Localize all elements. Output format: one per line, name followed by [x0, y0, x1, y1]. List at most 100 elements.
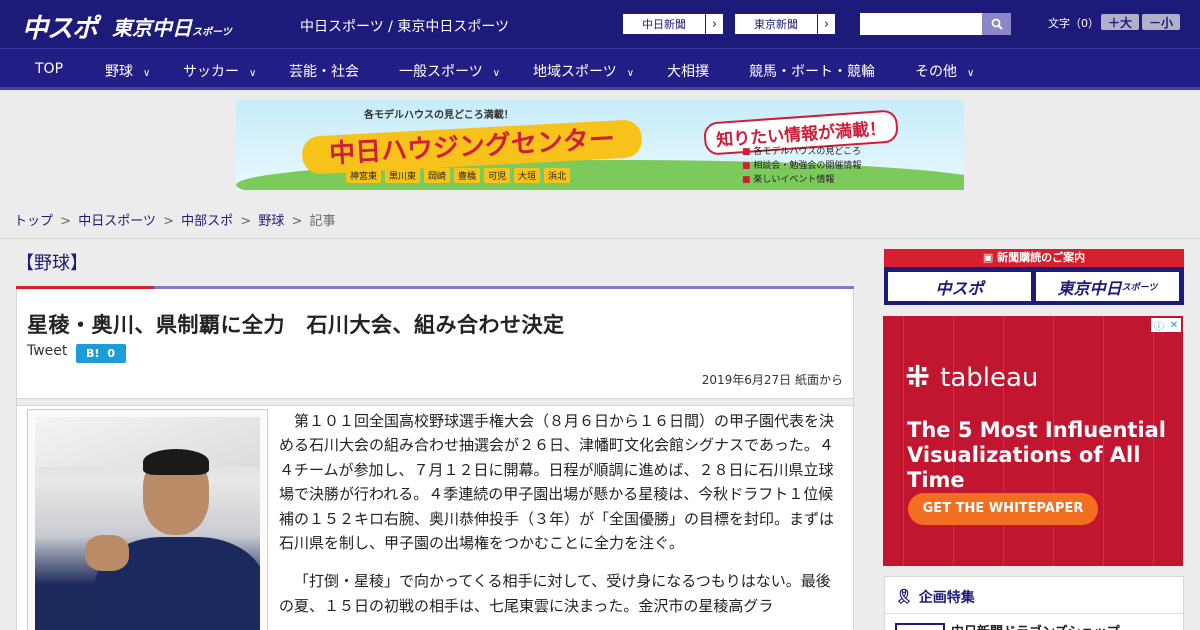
nav-label: 芸能・社会 — [289, 64, 359, 80]
nav-label: 競馬・ボート・競輪 — [749, 64, 875, 80]
player-photo — [35, 417, 260, 630]
breadcrumb-top[interactable]: トップ — [14, 214, 53, 229]
chevron-right-icon: › — [817, 14, 835, 34]
adchoices-button[interactable]: ⓘ ✕ — [1151, 318, 1181, 333]
search-icon — [991, 18, 1003, 30]
tweet-button[interactable]: Tweet — [27, 343, 67, 359]
nav-label: 一般スポーツ — [399, 64, 483, 80]
chevron-down-icon: ∨ — [492, 68, 501, 79]
breadcrumb-separator: > — [60, 214, 72, 229]
nav-general-sports[interactable]: 一般スポーツ ∨ — [399, 61, 500, 81]
ad-cta-button[interactable]: GET THE WHITEPAPER — [908, 493, 1098, 525]
feature-title: 🎗 企画特集 — [895, 587, 975, 607]
article-paragraph: 「打倒・星稜」で向かってくる相手に対して、受け身になるつもりはない。最後の夏、１… — [279, 572, 831, 615]
subscription-header-label: 新聞購読のご案内 — [997, 251, 1086, 264]
banner-bullet: 各モデルハウスの見どころ — [742, 144, 861, 157]
nav-sumo[interactable]: 大相撲 — [667, 61, 709, 81]
tableau-brand: ⁜ tableau — [905, 360, 1038, 395]
font-increase-button[interactable]: ＋大 — [1101, 14, 1139, 30]
tableau-ad[interactable]: ⓘ ✕ ⁜ tableau The 5 Most Influential Visu… — [883, 316, 1183, 566]
hatena-count: 0 — [107, 347, 116, 360]
tableau-logo-icon: ⁜ — [905, 360, 931, 395]
article-paragraph: 第１０１回全国高校野球選手権大会（８月６日から１６日間）の甲子園代表を決める石川… — [279, 412, 835, 553]
nav-local-sports[interactable]: 地域スポーツ ∨ — [533, 61, 634, 81]
chevron-down-icon: ∨ — [967, 68, 975, 79]
chunichi-shimbun-link[interactable]: 中日新聞 › — [622, 13, 724, 35]
banner-town: 黒川東 — [385, 168, 421, 183]
tokyo-shimbun-link[interactable]: 東京新聞 › — [734, 13, 836, 35]
nav-soccer[interactable]: サッカー ∨ — [183, 61, 256, 81]
article-category: 【野球】 — [16, 253, 88, 274]
banner-towns: 神宮東 黒川東 岡崎 豊橋 可児 大垣 浜北 — [346, 168, 571, 183]
tableau-wordmark: tableau — [940, 362, 1039, 393]
chunichi-sports-logo[interactable]: 中スポ — [22, 8, 98, 45]
ad-headline: The 5 Most Influential Visualizations of… — [907, 418, 1167, 492]
nav-racing[interactable]: 競馬・ボート・競輪 — [749, 61, 875, 81]
newspaper-icon: ▣ — [982, 251, 998, 264]
feature-thumbnail[interactable] — [895, 623, 945, 630]
hatena-icon: B! — [86, 347, 100, 360]
article-card: 星稜・奥川、県制覇に全力 石川大会、組み合わせ決定 Tweet B! 0 201… — [16, 289, 854, 630]
breadcrumb-separator: > — [163, 214, 174, 229]
subscribe-chuspo-button[interactable]: 中スポ — [888, 272, 1031, 301]
housing-center-banner[interactable]: 各モデルハウスの見どころ満載！ 中日ハウジングセンター 神宮東 黒川東 岡崎 豊… — [236, 100, 964, 190]
breadcrumb-separator: > — [240, 214, 252, 229]
nav-other[interactable]: その他 ∨ — [915, 61, 974, 81]
photo-hair — [143, 449, 209, 475]
article-divider — [17, 398, 853, 406]
nav-label: 大相撲 — [667, 64, 709, 80]
breadcrumb-chubu-sports[interactable]: 中部スポ — [181, 214, 233, 229]
tokyo-shimbun-label: 東京新聞 — [754, 18, 798, 31]
chevron-down-icon: ∨ — [626, 68, 635, 79]
search-button[interactable] — [982, 13, 1011, 35]
chevron-down-icon: ∨ — [249, 68, 257, 79]
subscribe-tokyo-chunichi-button[interactable]: 東京中日 スポーツ — [1036, 272, 1179, 301]
article-dateline: 2019年6月27日 紙面から — [701, 373, 843, 387]
breadcrumb-separator: > — [291, 214, 303, 229]
feature-rule — [885, 613, 1183, 614]
banner-town: 浜北 — [544, 168, 571, 183]
chevron-down-icon: ∨ — [143, 68, 151, 79]
ad-stripe — [903, 316, 904, 566]
photo-fist — [85, 535, 129, 571]
nav-top[interactable]: TOP — [35, 61, 63, 77]
chunichi-shimbun-label: 中日新聞 — [642, 18, 686, 31]
subscription-box: ▣ 新聞購読のご案内 中スポ 東京中日 スポーツ — [884, 249, 1184, 305]
info-icon: ⓘ — [1153, 321, 1164, 333]
nav-entertainment[interactable]: 芸能・社会 — [289, 61, 359, 81]
nav-label: 地域スポーツ — [533, 64, 617, 80]
font-size-label: 文字（0） — [1048, 17, 1099, 30]
feature-box: 🎗 企画特集 中日新聞ドラゴンズショップ — [884, 576, 1184, 630]
nav-label: サッカー — [183, 64, 239, 80]
hatena-bookmark-button[interactable]: B! 0 — [76, 344, 126, 363]
ribbon-icon: 🎗 — [895, 589, 913, 605]
nav-label: TOP — [35, 61, 64, 77]
breadcrumb-divider — [0, 238, 1200, 239]
site-name: 中日スポーツ / 東京中日スポーツ — [300, 19, 510, 35]
subscribe-tokyo-chunichi-small: スポーツ — [1121, 283, 1158, 293]
main-nav: TOP 野球 ∨ サッカー ∨ 芸能・社会 一般スポーツ ∨ 地域スポーツ ∨ 大相撲 … — [0, 48, 1200, 90]
feature-item-link[interactable]: 中日新聞ドラゴンズショップ — [951, 621, 1120, 630]
tokyo-chunichi-logo[interactable]: 東京中日スポーツ — [112, 12, 232, 41]
article-headline: 星稜・奥川、県制覇に全力 石川大会、組み合わせ決定 — [27, 313, 565, 337]
nav-label: その他 — [915, 64, 957, 80]
tokyo-chunichi-logo-text: 東京中日 — [112, 16, 192, 40]
feature-title-label: 企画特集 — [918, 590, 975, 606]
tokyo-chunichi-logo-small: スポーツ — [192, 27, 232, 38]
breadcrumb-baseball[interactable]: 野球 — [258, 214, 284, 229]
font-decrease-button[interactable]: －小 — [1142, 14, 1180, 30]
article-body: 第１０１回全国高校野球選手権大会（８月６日から１６日間）の甲子園代表を決める石川… — [279, 409, 839, 630]
banner-town: 豊橋 — [454, 168, 481, 183]
breadcrumb-chunichi-sports[interactable]: 中日スポーツ — [78, 214, 156, 229]
banner-town: 可児 — [484, 168, 511, 183]
subscribe-tokyo-chunichi-label: 東京中日 — [1057, 278, 1122, 298]
nav-label: 野球 — [105, 64, 133, 80]
breadcrumb: トップ > 中日スポーツ > 中部スポ > 野球 > 記事 — [14, 210, 336, 229]
nav-baseball[interactable]: 野球 ∨ — [105, 61, 150, 81]
breadcrumb-current: 記事 — [309, 214, 336, 229]
chevron-right-icon: › — [705, 14, 723, 34]
banner-town: 大垣 — [514, 168, 541, 183]
search-input[interactable] — [860, 13, 982, 35]
article-photo[interactable] — [27, 409, 268, 630]
banner-bullet: 相談会・勉強会の開催情報 — [742, 158, 861, 171]
